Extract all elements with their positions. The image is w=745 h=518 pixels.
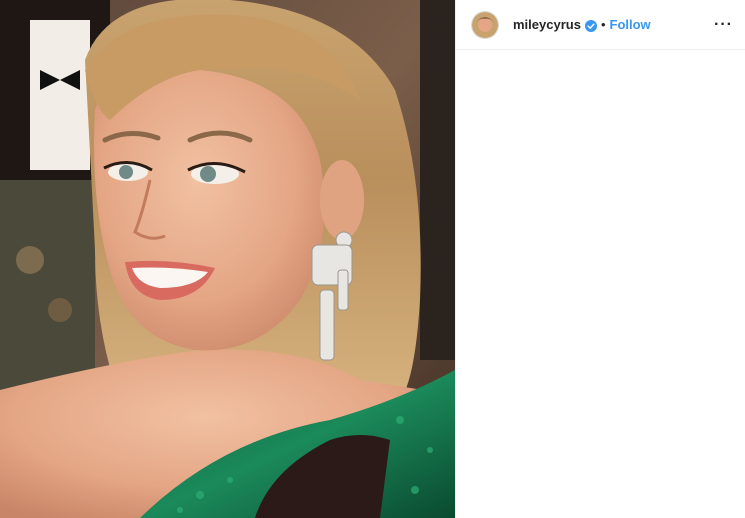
instagram-post-embed: mileycyrus • Follow ··· (0, 0, 745, 518)
portrait-photo-image (0, 0, 455, 518)
post-header: mileycyrus • Follow ··· (456, 0, 745, 50)
follow-button[interactable]: Follow (610, 17, 651, 32)
avatar-image (472, 11, 498, 38)
username-link[interactable]: mileycyrus (513, 17, 581, 32)
post-sidebar: mileycyrus • Follow ··· (455, 0, 745, 518)
avatar[interactable] (471, 10, 499, 39)
post-photo[interactable] (0, 0, 455, 518)
verified-badge-icon (584, 19, 597, 32)
separator-dot: • (600, 17, 606, 32)
more-options-icon[interactable]: ··· (714, 16, 733, 33)
